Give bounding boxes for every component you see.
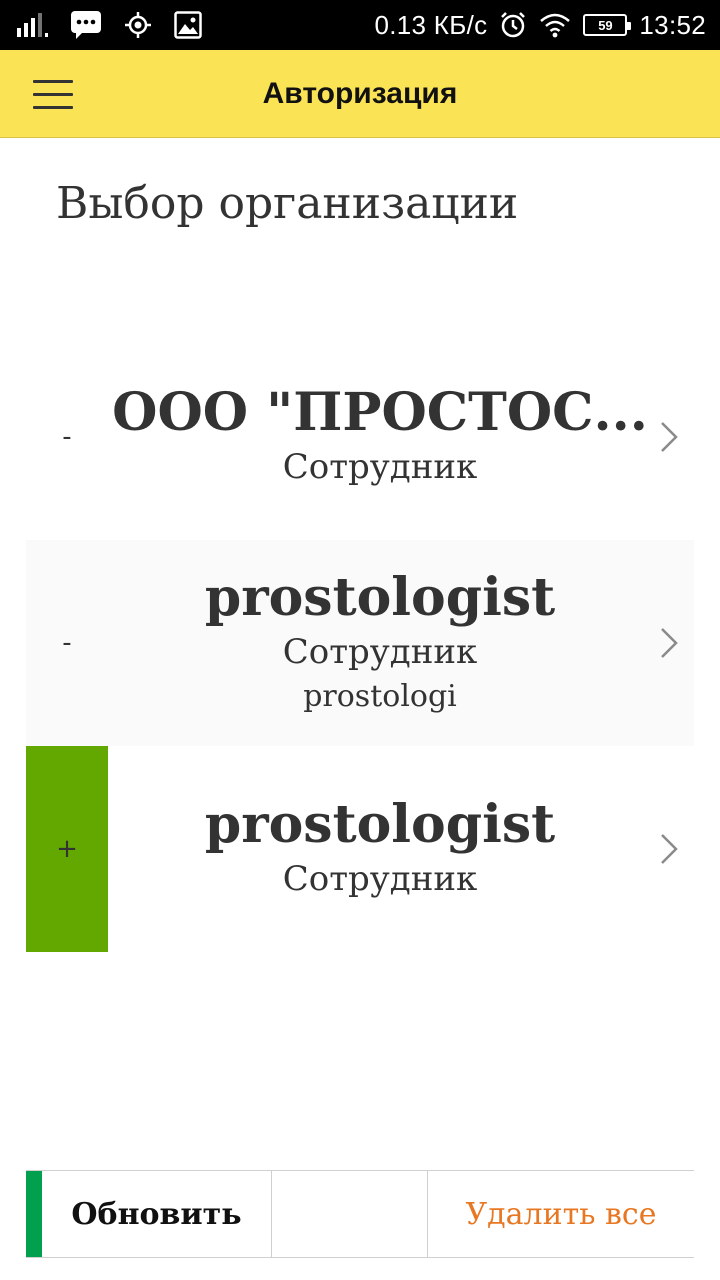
location-icon [124, 11, 152, 39]
delete-all-button[interactable]: Удалить все [428, 1171, 694, 1257]
network-speed: 0.13 КБ/с [374, 9, 488, 40]
org-login: prostologi [303, 678, 457, 714]
toolbar-spacer [272, 1171, 428, 1257]
toolbar-accent [26, 1171, 42, 1257]
org-name: prostologist [204, 567, 556, 629]
org-name: prostologist [204, 794, 556, 856]
chevron-right-icon [661, 834, 678, 864]
alarm-icon [499, 11, 527, 39]
message-icon [70, 10, 102, 40]
status-bar: 0.13 КБ/с 59 13:52 [0, 0, 720, 50]
chevron-right-icon [661, 628, 678, 658]
battery-icon: 59 [583, 14, 632, 36]
status-time: 13:52 [639, 9, 706, 40]
org-text: prostologist Сотрудник prostologi [108, 540, 652, 746]
organization-item-selected[interactable]: + prostologist Сотрудник [26, 746, 694, 952]
bottom-toolbar: Обновить Удалить все [26, 1170, 694, 1258]
signal-icon [16, 12, 48, 38]
wifi-icon [539, 12, 571, 38]
refresh-button[interactable]: Обновить [42, 1171, 272, 1257]
battery-level: 59 [598, 17, 613, 33]
page-heading: Выбор организации [56, 178, 519, 229]
org-marker-selected: + [26, 746, 108, 952]
app-bar-title: Авторизация [262, 77, 458, 110]
organization-item[interactable]: - prostologist Сотрудник prostologi [26, 540, 694, 746]
org-marker: - [62, 628, 72, 658]
app-bar: Авторизация [0, 50, 720, 138]
image-icon [174, 11, 202, 39]
org-text: prostologist Сотрудник [108, 746, 652, 952]
org-name: ООО "ПРОСТОС... [112, 382, 648, 444]
organization-item[interactable]: - ООО "ПРОСТОС... Сотрудник [26, 334, 694, 540]
org-text: ООО "ПРОСТОС... Сотрудник [108, 334, 652, 540]
org-role: Сотрудник [282, 631, 478, 672]
org-role: Сотрудник [282, 446, 478, 487]
chevron-right-icon [661, 422, 678, 452]
org-role: Сотрудник [282, 858, 478, 899]
org-marker: - [62, 422, 72, 452]
